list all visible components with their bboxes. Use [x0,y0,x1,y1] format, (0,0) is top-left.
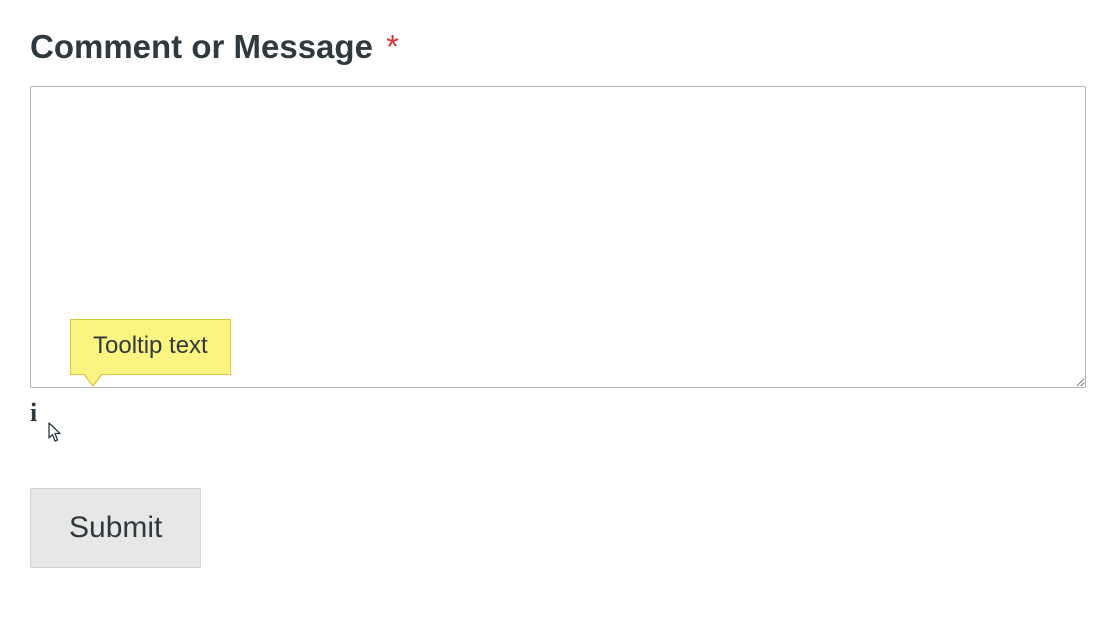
tooltip: Tooltip text [70,319,231,375]
info-row: i [30,400,1086,440]
cursor-icon [48,422,64,444]
tooltip-tail [83,374,103,387]
comment-label: Comment or Message * [30,28,1086,66]
comment-label-text: Comment or Message [30,28,373,65]
info-icon[interactable]: i [30,400,37,426]
submit-row: Submit [30,488,1086,568]
tooltip-text: Tooltip text [93,332,208,359]
required-asterisk: * [386,28,399,65]
tooltip-bubble: Tooltip text [70,319,231,375]
comment-field: Comment or Message * Tooltip text i [30,28,1086,440]
submit-button[interactable]: Submit [30,488,201,568]
